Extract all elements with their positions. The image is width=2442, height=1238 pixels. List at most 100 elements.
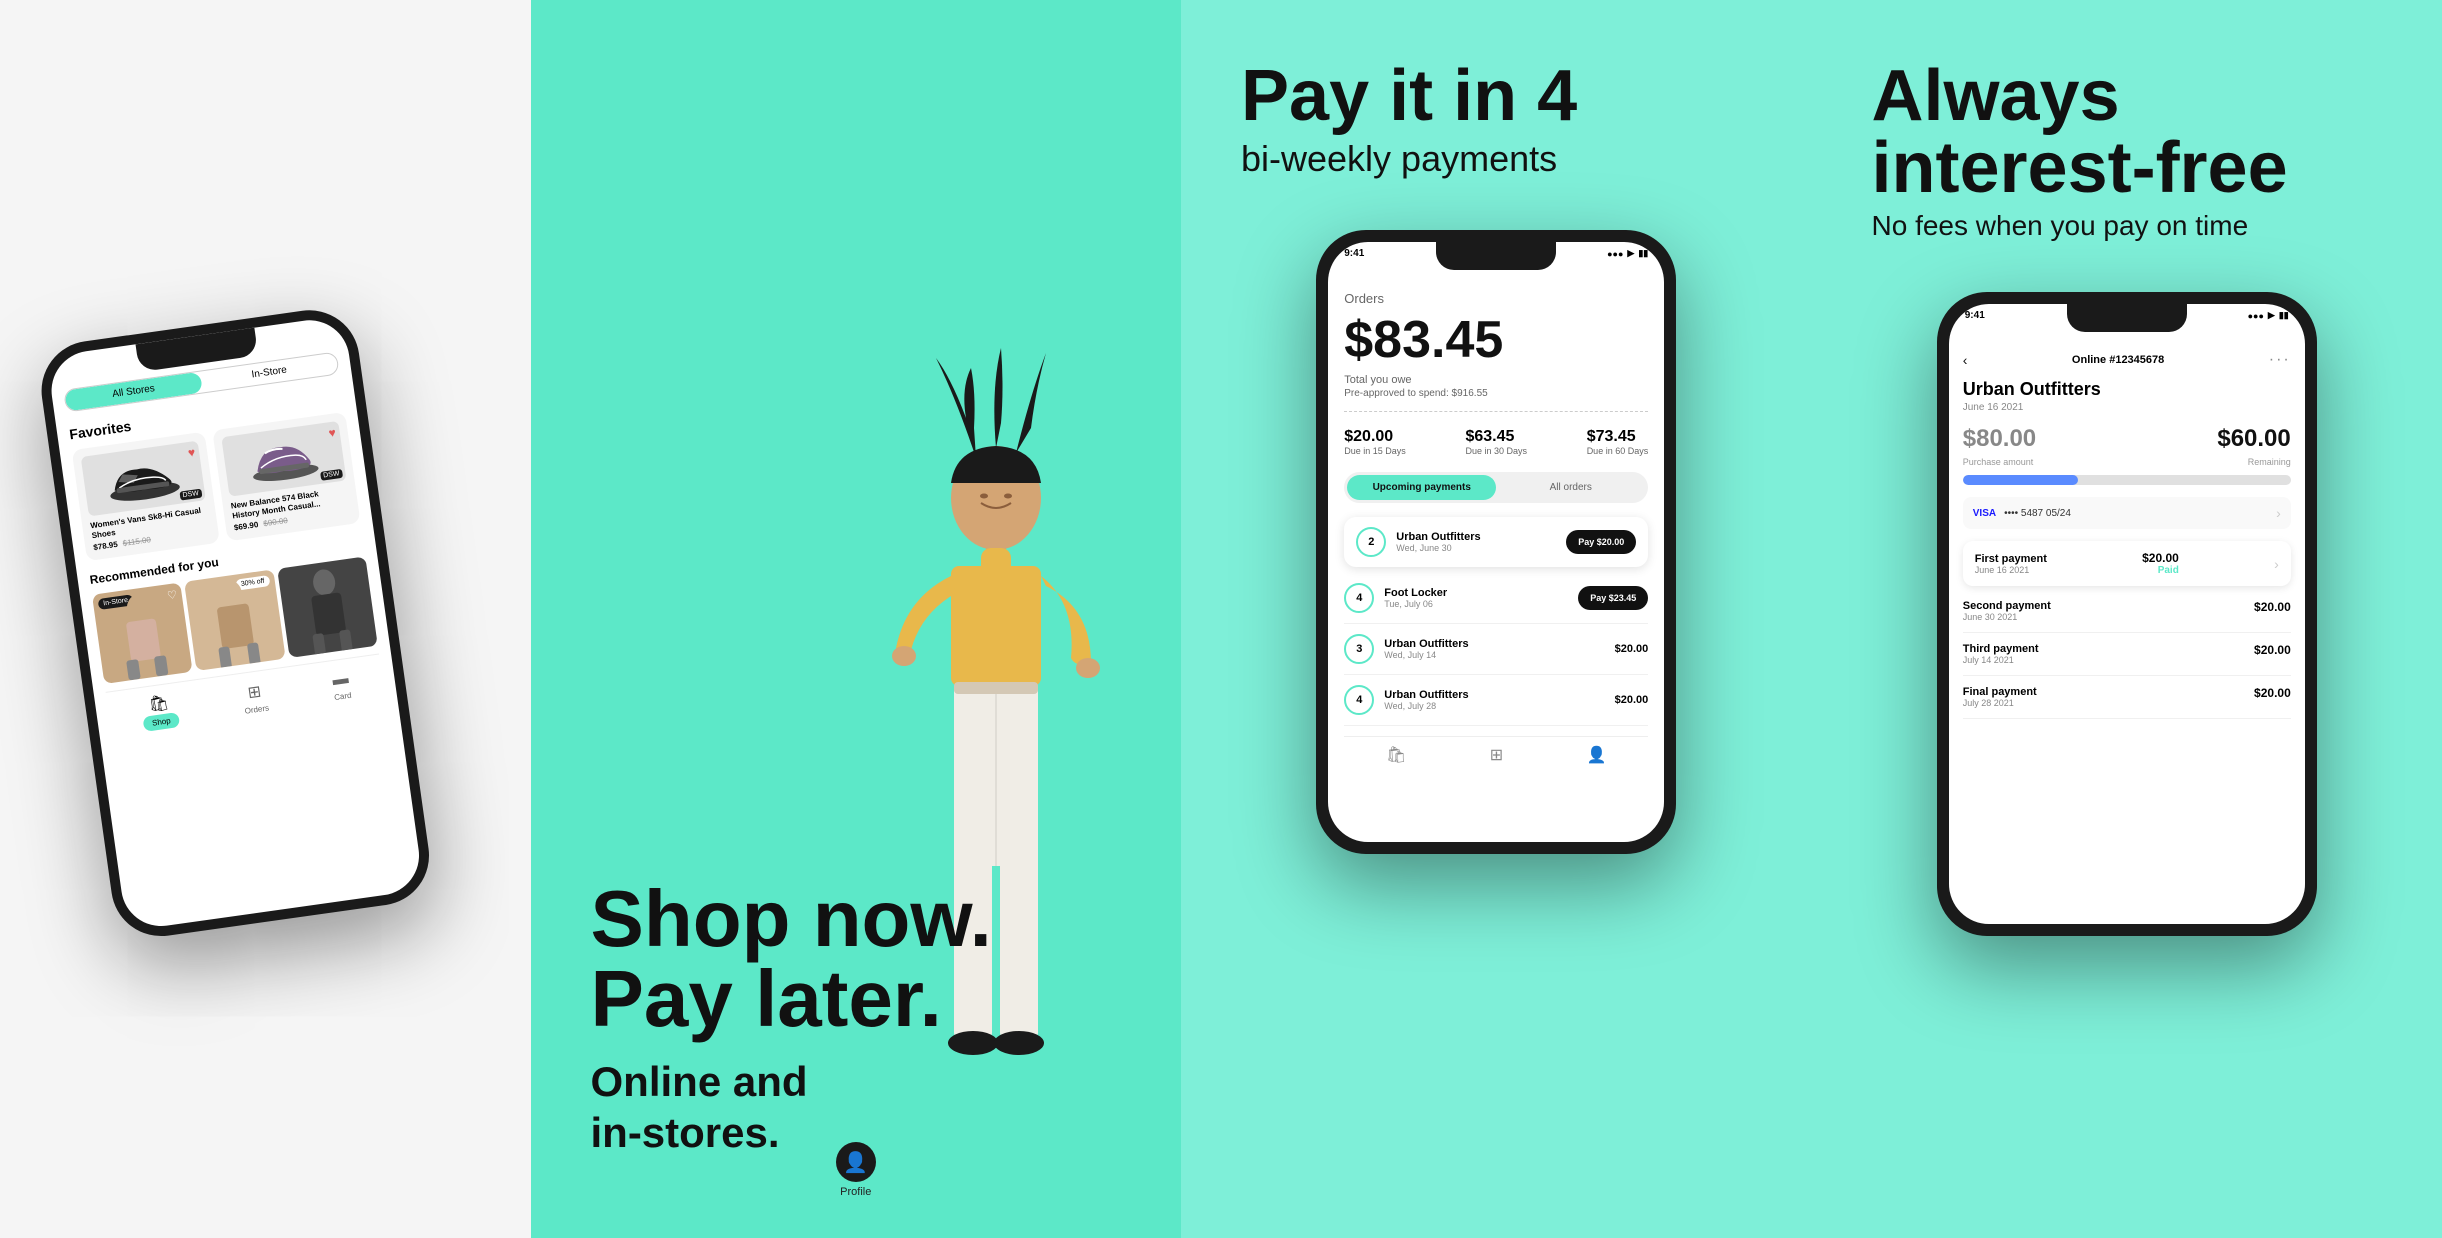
more-button[interactable]: ···	[2269, 351, 2291, 369]
shop-icon-3: 🛍	[1386, 745, 1406, 765]
phone-mockup-4: 9:41 ●●●▶▮▮ ‹ Online #12345678 ··· Urban…	[1937, 292, 2337, 936]
shop-icon: 🛍	[148, 692, 171, 715]
tab-upcoming[interactable]: Upcoming payments	[1347, 475, 1496, 500]
nav3-profile[interactable]: 👤	[1587, 745, 1607, 765]
nav-orders[interactable]: ⊞ Orders	[241, 681, 270, 716]
reco-item-2[interactable]: 30% off	[185, 570, 286, 672]
order-info-4: Urban Outfitters Wed, July 28	[1384, 689, 1604, 711]
merchant-name: Urban Outfitters	[1963, 379, 2291, 400]
panel-pay-in-4: Pay it in 4 bi-weekly payments 9:41 ●●●▶…	[1181, 0, 1812, 1238]
card-number: •••• 5487 05/24	[2004, 508, 2268, 519]
status-icons-3: ●●●▶▮▮	[1607, 248, 1648, 259]
order-item-2[interactable]: 4 Foot Locker Tue, July 06 Pay $23.45	[1344, 573, 1648, 624]
panel-interest-free: Always interest-free No fees when you pa…	[1812, 0, 2442, 1238]
panel-shop: All Stores In-Store Favorites	[0, 0, 531, 1238]
progress-bar	[1963, 475, 2291, 485]
order-info-3: Urban Outfitters Wed, July 14	[1384, 638, 1604, 660]
order-item-3[interactable]: 3 Urban Outfitters Wed, July 14 $20.00	[1344, 624, 1648, 675]
panel2-text-block: Shop now. Pay later. Online and in-store…	[591, 879, 992, 1158]
status-icons-4: ●●●▶▮▮	[2248, 310, 2289, 321]
amount-row: $80.00 $60.00	[1963, 425, 2291, 453]
order-amount-4: $20.00	[1615, 694, 1649, 706]
payment-amt-2: $20.00	[2254, 600, 2291, 622]
payment-item-2[interactable]: Second payment June 30 2021 $20.00	[1963, 590, 2291, 633]
order-tabs[interactable]: Upcoming payments All orders	[1344, 472, 1648, 503]
order-amount-3: $20.00	[1615, 643, 1649, 655]
panel-marketing: Shop now. Pay later. Online and in-store…	[531, 0, 1182, 1238]
payment-info-1: First payment June 16 2021	[1975, 553, 2047, 575]
phone-notch-3	[1436, 242, 1556, 270]
purchase-amount-col: $80.00	[1963, 425, 2036, 453]
payment-status-1: $20.00 Paid	[2142, 551, 2179, 576]
headline-shop-now: Shop now. Pay later.	[591, 879, 992, 1039]
order-item-4[interactable]: 4 Urban Outfitters Wed, July 28 $20.00	[1344, 675, 1648, 726]
total-owe-label: Total you owe	[1344, 374, 1648, 386]
subtext-online: Online and in-stores.	[591, 1057, 992, 1158]
product-image-2: ♥ DSW	[222, 421, 347, 497]
phone-notch-4	[2067, 304, 2187, 332]
order-num-3: 3	[1344, 634, 1374, 664]
reco-item-1[interactable]: In-Store ♡	[92, 583, 193, 685]
amount-labels: Purchase amount Remaining	[1963, 457, 2291, 475]
order-header: ‹ Online #12345678 ···	[1963, 351, 2291, 369]
payment-amounts: $20.00 Due in 15 Days $63.45 Due in 30 D…	[1344, 428, 1648, 456]
status-time-4: 9:41	[1965, 310, 1985, 321]
dsw-badge-1: DSW	[179, 489, 202, 501]
back-button[interactable]: ‹	[1963, 352, 1968, 368]
payment-chevron-1: ›	[2274, 556, 2279, 572]
order-info-2: Foot Locker Tue, July 06	[1384, 587, 1568, 609]
phone-mockup-1: All Stores In-Store Favorites	[35, 301, 455, 942]
pay-button-1[interactable]: Pay $20.00	[1566, 530, 1636, 554]
card-chevron: ›	[2276, 505, 2281, 521]
subtext-no-fees: No fees when you pay on time	[1872, 210, 2288, 242]
nav-card[interactable]: ▬ Card	[331, 670, 352, 702]
purchase-label: Purchase amount	[1963, 457, 2034, 467]
tab-all-stores[interactable]: All Stores	[65, 372, 204, 412]
order-num-4: 4	[1344, 685, 1374, 715]
pay-button-2[interactable]: Pay $23.45	[1578, 586, 1648, 610]
remaining-label: Remaining	[2248, 457, 2291, 467]
card-row[interactable]: VISA •••• 5487 05/24 ›	[1963, 497, 2291, 529]
payment-item-4[interactable]: Final payment July 28 2021 $20.00	[1963, 676, 2291, 719]
status-time-3: 9:41	[1344, 248, 1364, 259]
payment-col-2: $63.45 Due in 30 Days	[1465, 428, 1527, 456]
nav3-orders[interactable]: ⊞	[1490, 745, 1503, 765]
orders-icon: ⊞	[247, 682, 263, 704]
orders-label: Orders	[1344, 291, 1648, 306]
payment-col-3: $73.45 Due in 60 Days	[1587, 428, 1649, 456]
reco-item-3[interactable]	[277, 557, 378, 659]
visa-logo: VISA	[1973, 508, 1996, 519]
subtext-biweekly: bi-weekly payments	[1241, 138, 1577, 180]
order-num-2: 4	[1344, 583, 1374, 613]
payment-info-4: Final payment July 28 2021	[1963, 686, 2037, 708]
tab-all-orders[interactable]: All orders	[1496, 475, 1645, 500]
payment-item-1-highlight[interactable]: First payment June 16 2021 $20.00 Paid ›	[1963, 541, 2291, 586]
payment-item-3[interactable]: Third payment July 14 2021 $20.00	[1963, 633, 2291, 676]
order-item-highlighted[interactable]: 2 Urban Outfitters Wed, June 30 Pay $20.…	[1344, 517, 1648, 567]
card-icon: ▬	[332, 670, 350, 690]
order-num-1: 2	[1356, 527, 1386, 557]
headline-always: Always interest-free	[1872, 60, 2288, 204]
phone-mockup-3: 9:41 ●●●▶▮▮ Orders $83.45 Total you owe …	[1316, 230, 1696, 854]
payment-col-1: $20.00 Due in 15 Days	[1344, 428, 1406, 456]
shop-active-indicator: Shop	[143, 712, 181, 732]
payment-info-3: Third payment July 14 2021	[1963, 643, 2039, 665]
heart-icon-2[interactable]: ♥	[328, 425, 337, 440]
dsw-badge-2: DSW	[320, 469, 343, 481]
purchase-date: June 16 2021	[1963, 402, 2291, 413]
total-amount: $83.45	[1344, 310, 1648, 370]
nav-shop[interactable]: 🛍 Shop	[140, 691, 181, 732]
profile-icon-3: 👤	[1587, 745, 1607, 765]
nav3-shop[interactable]: 🛍	[1386, 745, 1406, 765]
headline-pay-4: Pay it in 4	[1241, 60, 1577, 132]
payment-amt-4: $20.00	[2254, 686, 2291, 708]
progress-fill	[1963, 475, 2078, 485]
order-info-1: Urban Outfitters Wed, June 30	[1396, 531, 1556, 553]
payment-amt-3: $20.00	[2254, 643, 2291, 665]
product-image-1: ♥ DSW	[81, 441, 206, 517]
product-card-2[interactable]: ♥ DSW New Balance 574 Black History Mont…	[213, 412, 361, 542]
heart-icon-1[interactable]: ♥	[187, 445, 196, 460]
remaining-amount: $60.00	[2217, 425, 2290, 453]
bottom-nav-3: 🛍 ⊞ 👤	[1344, 736, 1648, 771]
product-card-1[interactable]: ♥ DSW Women's Vans Sk8-Hi Casual Shoes $…	[72, 432, 220, 562]
